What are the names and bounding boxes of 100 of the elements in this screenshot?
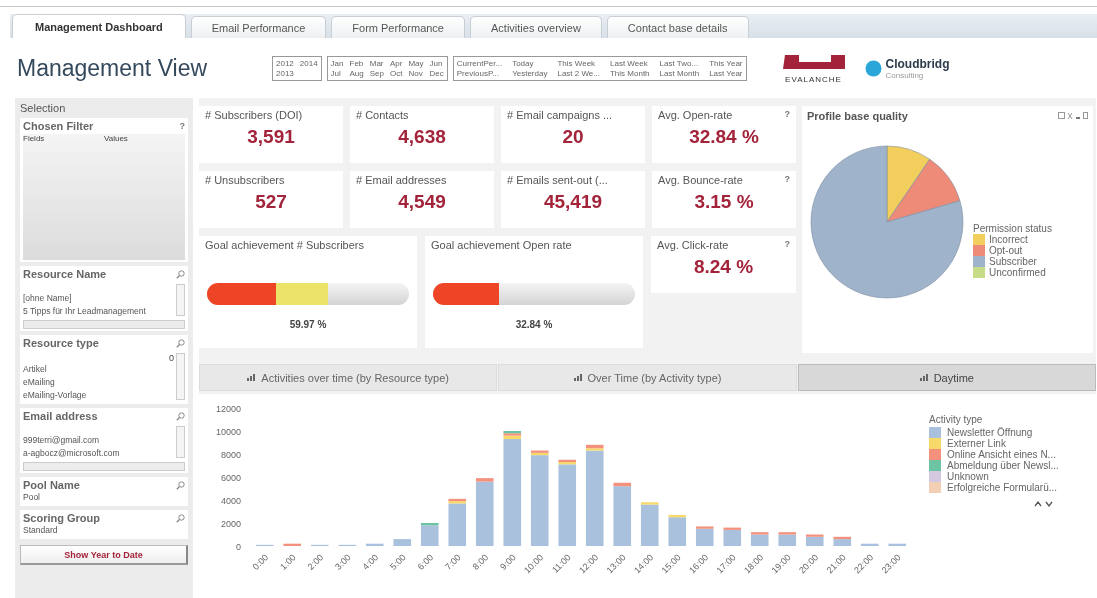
kpi-value: 20 [561,126,585,148]
chart-tab[interactable]: Over Time (by Activity type) [498,364,797,391]
bar-chart-icon [573,374,582,381]
axis-tick-label: 10000 [215,427,241,437]
kpi-title: # Unsubscribers [205,174,285,186]
list-item[interactable]: eMailing [23,376,174,389]
kpi-value: 4,549 [397,191,447,213]
chart-tab[interactable]: Activities over time (by Resource type) [199,364,498,391]
legend-label: Opt-out [989,245,1023,256]
kpi-title: Avg. Click-rate [657,239,729,251]
show-year-button[interactable]: Show Year to Date [20,545,188,565]
date-option[interactable]: Last 2 We... [557,68,600,78]
bar-chart-icon [247,374,256,381]
date-option[interactable]: 2014 [299,58,318,68]
date-option[interactable]: Oct [389,68,403,78]
date-option[interactable]: Sep [369,68,384,78]
legend-label: Erfolgreiche Formularü... [947,482,1058,493]
list-title: Chosen Filter [23,120,94,132]
date-option[interactable]: Mar [369,58,384,68]
gauge-title: Goal achievement # Subscribers [205,239,365,251]
scrollbar[interactable] [176,353,185,400]
list-item[interactable]: Standard [23,524,185,537]
date-option[interactable]: Last Two... [659,58,700,68]
bar-segment [860,543,879,546]
legend-title: Permission status [973,223,1052,234]
logo-text: Cloudbridg [885,56,950,71]
help-icon[interactable]: ? [784,174,790,186]
list-item[interactable]: eMailing-Vorlage [23,389,174,402]
date-option[interactable]: This Week [557,58,600,68]
date-option[interactable]: Yesterday [512,68,548,78]
tab[interactable]: Email Performance [190,16,327,38]
scrollbar[interactable] [23,462,185,471]
search-icon[interactable] [176,480,185,490]
tab[interactable]: Contact base details [606,16,749,38]
kpi-value: 45,419 [542,191,604,213]
logo-subtext: Consulting [885,70,924,80]
date-option[interactable]: Last Year [709,68,743,78]
window-controls-icon[interactable] [1058,112,1088,120]
list-title: Pool Name [23,479,80,491]
date-option[interactable]: Dec [429,68,444,78]
date-option[interactable]: Today [512,58,548,68]
date-option[interactable]: CurrentPer... [456,58,503,68]
help-icon[interactable]: ? [784,109,790,121]
axis-tick-label: 0:00 [250,552,271,572]
list-item[interactable]: 999terri@gmail.com [23,434,174,447]
date-option[interactable]: 2013 [276,68,294,78]
tab[interactable]: Management Dashboard [12,14,186,38]
list-item[interactable]: [ohne Name] [23,292,174,305]
date-option[interactable]: PreviousP... [456,68,503,78]
list-item[interactable]: 5 Tipps für Ihr Leadmanagement [23,305,174,318]
axis-tick-label: 7:00 [443,552,463,572]
date-option[interactable]: Jan [330,58,344,68]
scrollbar[interactable] [176,426,185,458]
date-option[interactable]: Last Week [610,58,650,68]
date-option[interactable]: May [408,58,424,68]
date-option[interactable]: This Year [709,58,743,68]
date-option[interactable]: 2012 [276,58,294,68]
date-option[interactable]: Aug [349,68,364,78]
search-icon[interactable] [176,269,185,279]
search-icon[interactable] [176,513,185,523]
legend-label: Incorrect [989,234,1028,245]
list-title: Resource Name [23,268,107,280]
chart-tab[interactable]: Daytime [797,364,1096,391]
search-icon[interactable] [176,411,185,421]
help-icon[interactable]: ? [784,239,790,251]
kpi-title: # Emails sent-out (... [507,174,608,186]
search-icon[interactable] [176,338,185,348]
kpi-title: Avg. Open-rate [658,109,733,121]
tab[interactable]: Form Performance [331,16,465,38]
legend-title: Activity type [929,414,984,425]
column-header: Values [104,134,129,143]
tab[interactable]: Activities overview [470,16,602,38]
page-title: Management View [17,54,209,82]
date-option[interactable]: Apr [389,58,403,68]
axis-tick-label: 8:00 [470,552,491,572]
list-item[interactable]: Artikel [23,363,174,376]
axis-tick-label: 12000 [215,404,241,414]
list-item[interactable]: Pool [23,491,185,504]
kpi-value: 8.24 % [692,256,755,278]
date-option[interactable]: Jul [330,68,344,78]
date-option[interactable]: This Month [610,68,650,78]
legend-label: Online Ansicht eines N... [947,449,1056,460]
scrollbar[interactable] [23,320,185,329]
help-icon[interactable]: ? [179,121,185,131]
gauge-reading: 32.84 % [514,319,554,330]
globe-icon [864,59,882,77]
axis-tick-label: 8000 [220,450,241,460]
bar-segment [365,543,384,546]
date-option[interactable]: Nov [408,68,424,78]
list-item[interactable]: a-agbocz@microsoft.com [23,447,174,460]
scroll-arrows-icon[interactable] [1032,499,1055,509]
date-option[interactable]: Jun [429,58,444,68]
bar-segment [393,539,412,546]
date-option[interactable]: Last Month [659,68,700,78]
scrollbar[interactable] [176,284,185,316]
date-option[interactable]: Feb [349,58,364,68]
chart-title: Profile base quality [807,110,908,122]
legend-label: Subscriber [989,256,1037,267]
legend-label: Externer Link [947,438,1006,449]
list-title: Resource type [23,337,99,349]
